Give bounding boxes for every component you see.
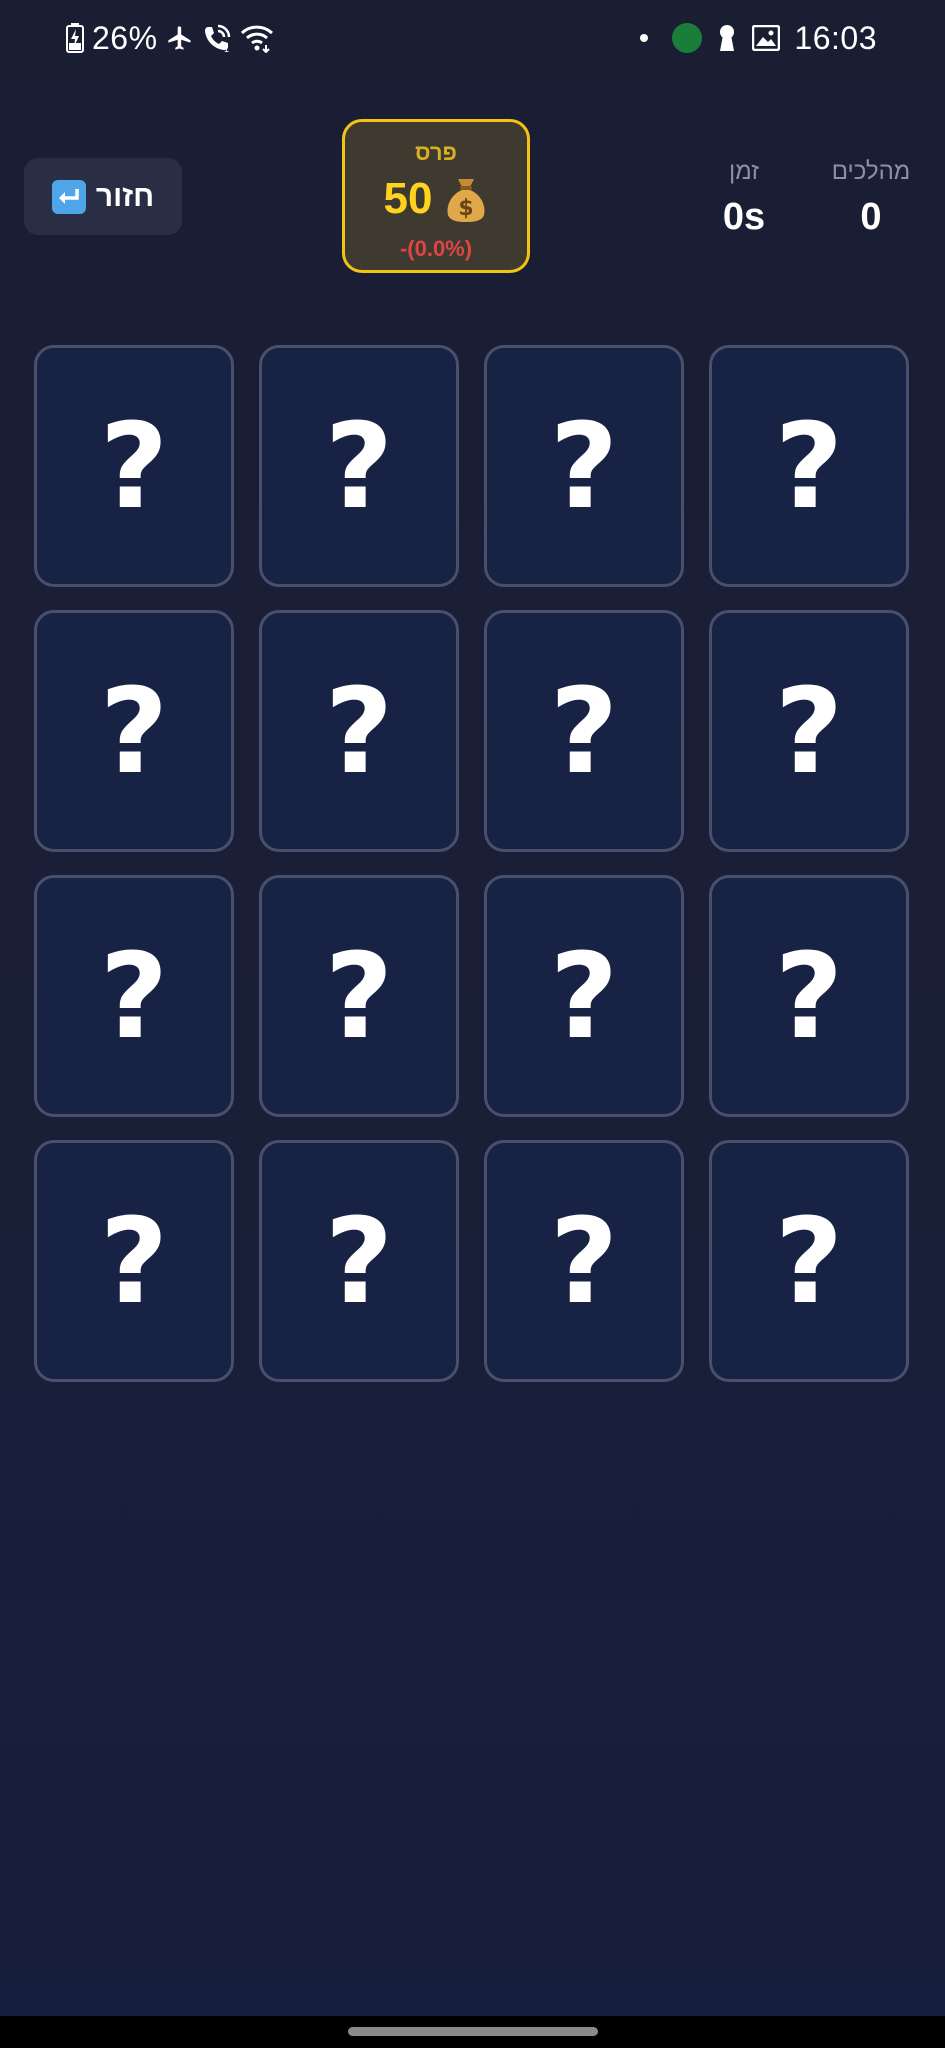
memory-card[interactable]: ?: [484, 610, 684, 852]
back-button-label: חזור: [95, 179, 155, 213]
time-stat: זמן 0s: [700, 158, 788, 239]
card-face: ?: [549, 927, 619, 1065]
card-face: ?: [549, 1192, 619, 1330]
gallery-icon: [752, 25, 781, 51]
memory-card[interactable]: ?: [484, 345, 684, 587]
clock: 16:03: [794, 19, 877, 56]
card-face: ?: [324, 1192, 394, 1330]
card-face: ?: [549, 662, 619, 800]
home-gesture-handle[interactable]: [348, 2027, 598, 2036]
keyhole-icon: [716, 23, 738, 53]
memory-card[interactable]: ?: [259, 1140, 459, 1382]
battery-charging-icon: [66, 23, 84, 53]
airplane-icon: [166, 24, 194, 52]
wifi-calling-icon: 1: [202, 23, 232, 53]
wifi-icon: [240, 23, 274, 53]
app-badge-icon: [672, 23, 703, 53]
memory-card[interactable]: ?: [259, 875, 459, 1117]
moves-value: 0: [860, 196, 882, 238]
memory-card[interactable]: ?: [709, 875, 909, 1117]
prize-change-percent: -(0.0%): [399, 236, 473, 261]
svg-text:$: $: [459, 196, 474, 221]
memory-card[interactable]: ?: [709, 345, 909, 587]
card-face: ?: [549, 397, 619, 535]
card-face: ?: [324, 927, 394, 1065]
battery-percentage: 26%: [92, 19, 158, 56]
prize-title: פרס: [415, 140, 457, 165]
memory-card[interactable]: ?: [484, 875, 684, 1117]
moves-stat: מהלכים 0: [818, 158, 924, 239]
memory-card[interactable]: ?: [709, 610, 909, 852]
time-value: 0s: [722, 196, 766, 238]
status-bar: 26% 1 16:03: [0, 0, 945, 74]
svg-text:1: 1: [224, 44, 229, 53]
money-bag-icon: $: [444, 175, 488, 223]
memory-card[interactable]: ?: [34, 1140, 234, 1382]
card-face: ?: [774, 397, 844, 535]
card-face: ?: [324, 397, 394, 535]
card-face: ?: [99, 1192, 169, 1330]
prize-box: פרס 50 $ -(0.0%): [342, 119, 530, 273]
card-face: ?: [99, 662, 169, 800]
memory-card[interactable]: ?: [34, 345, 234, 587]
memory-card[interactable]: ?: [34, 875, 234, 1117]
memory-card[interactable]: ?: [709, 1140, 909, 1382]
system-nav-bar: [0, 2016, 945, 2048]
memory-card[interactable]: ?: [259, 345, 459, 587]
card-face: ?: [774, 662, 844, 800]
card-grid: ? ? ? ? ? ? ? ? ? ? ? ? ? ? ? ?: [34, 345, 911, 1382]
memory-card[interactable]: ?: [484, 1140, 684, 1382]
card-face: ?: [99, 927, 169, 1065]
card-face: ?: [774, 927, 844, 1065]
card-face: ?: [774, 1192, 844, 1330]
card-face: ?: [324, 662, 394, 800]
card-face: ?: [99, 397, 169, 535]
prize-value: 50: [383, 174, 433, 223]
back-button[interactable]: חזור: [24, 158, 182, 235]
return-arrow-icon: [51, 179, 86, 214]
time-label: זמן: [729, 158, 759, 185]
moves-label: מהלכים: [831, 158, 911, 185]
notification-dot-icon: [640, 34, 649, 42]
memory-card[interactable]: ?: [34, 610, 234, 852]
memory-card[interactable]: ?: [259, 610, 459, 852]
